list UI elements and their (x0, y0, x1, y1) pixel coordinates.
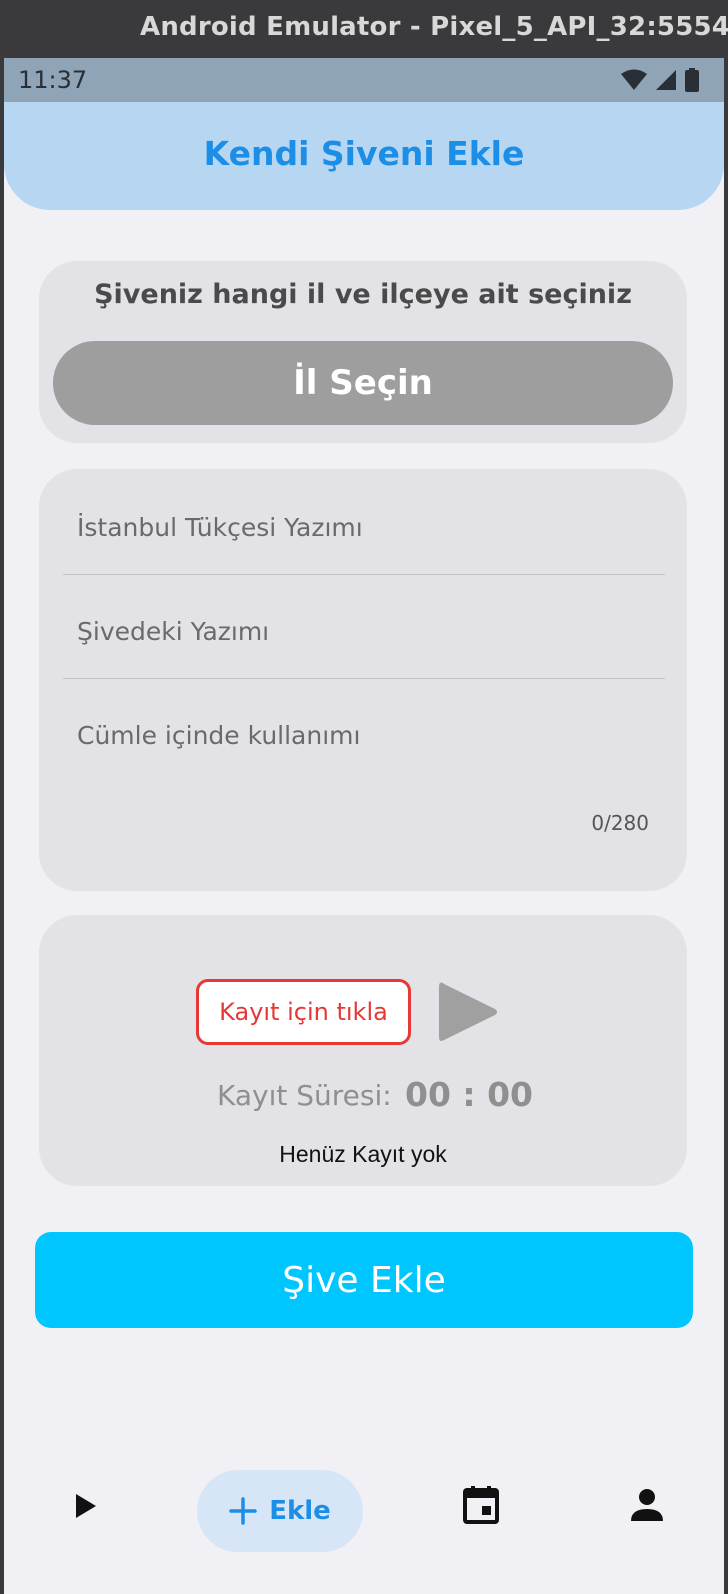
nav-item-profile[interactable] (614, 1472, 680, 1538)
location-prompt: Şiveniz hangi il ve ilçeye ait seçiniz (94, 279, 632, 310)
page-title: Kendi Şiveni Ekle (203, 134, 525, 173)
status-time: 11:37 (18, 66, 88, 94)
window-title: Android Emulator - Pixel_5_API_32:5554 (140, 12, 728, 42)
sentence-usage-input[interactable]: Cümle içinde kullanımı (63, 679, 665, 879)
person-icon (631, 1489, 663, 1521)
status-bar: 11:37 (4, 58, 724, 102)
status-icons (620, 68, 700, 92)
bottom-navigation: Ekle (4, 1438, 724, 1594)
nav-item-play[interactable] (56, 1476, 116, 1536)
duration-label: Kayıt Süresi: (217, 1079, 392, 1112)
istanbul-spelling-input[interactable]: İstanbul Tükçesi Yazımı (63, 469, 665, 575)
signal-icon (656, 70, 676, 90)
nav-add-label: Ekle (269, 1496, 331, 1526)
nav-item-calendar[interactable] (448, 1472, 514, 1538)
recording-status: Henüz Kayıt yok (279, 1141, 447, 1167)
character-counter: 0/280 (591, 811, 649, 835)
dialect-spelling-placeholder: Şivedeki Yazımı (77, 617, 270, 646)
app-header: Kendi Şiveni Ekle (4, 102, 724, 210)
duration-value: 00 : 00 (405, 1075, 534, 1114)
plus-icon (229, 1497, 257, 1525)
istanbul-spelling-placeholder: İstanbul Tükçesi Yazımı (77, 513, 363, 542)
sentence-usage-placeholder: Cümle içinde kullanımı (77, 721, 361, 750)
dialect-spelling-input[interactable]: Şivedeki Yazımı (63, 575, 665, 679)
text-fields-card: İstanbul Tükçesi Yazımı Şivedeki Yazımı … (39, 469, 687, 891)
emulator-titlebar: Android Emulator - Pixel_5_API_32:5554 (0, 0, 728, 58)
location-card: Şiveniz hangi il ve ilçeye ait seçiniz İ… (39, 261, 687, 443)
calendar-icon (463, 1486, 499, 1524)
record-button[interactable]: Kayıt için tıkla (196, 979, 411, 1045)
play-icon (76, 1494, 96, 1518)
battery-icon (685, 68, 699, 92)
recording-card: Kayıt için tıkla Kayıt Süresi: 00 : 00 H… (39, 915, 687, 1186)
select-province-button[interactable]: İl Seçin (53, 341, 673, 425)
nav-item-add[interactable]: Ekle (197, 1470, 363, 1552)
play-recording-icon[interactable] (435, 977, 501, 1047)
wifi-icon (621, 69, 647, 90)
device-screen: 11:37 Kendi Şiveni Ekle Şiveniz hangi il… (4, 58, 724, 1594)
add-dialect-button[interactable]: Şive Ekle (35, 1232, 693, 1328)
